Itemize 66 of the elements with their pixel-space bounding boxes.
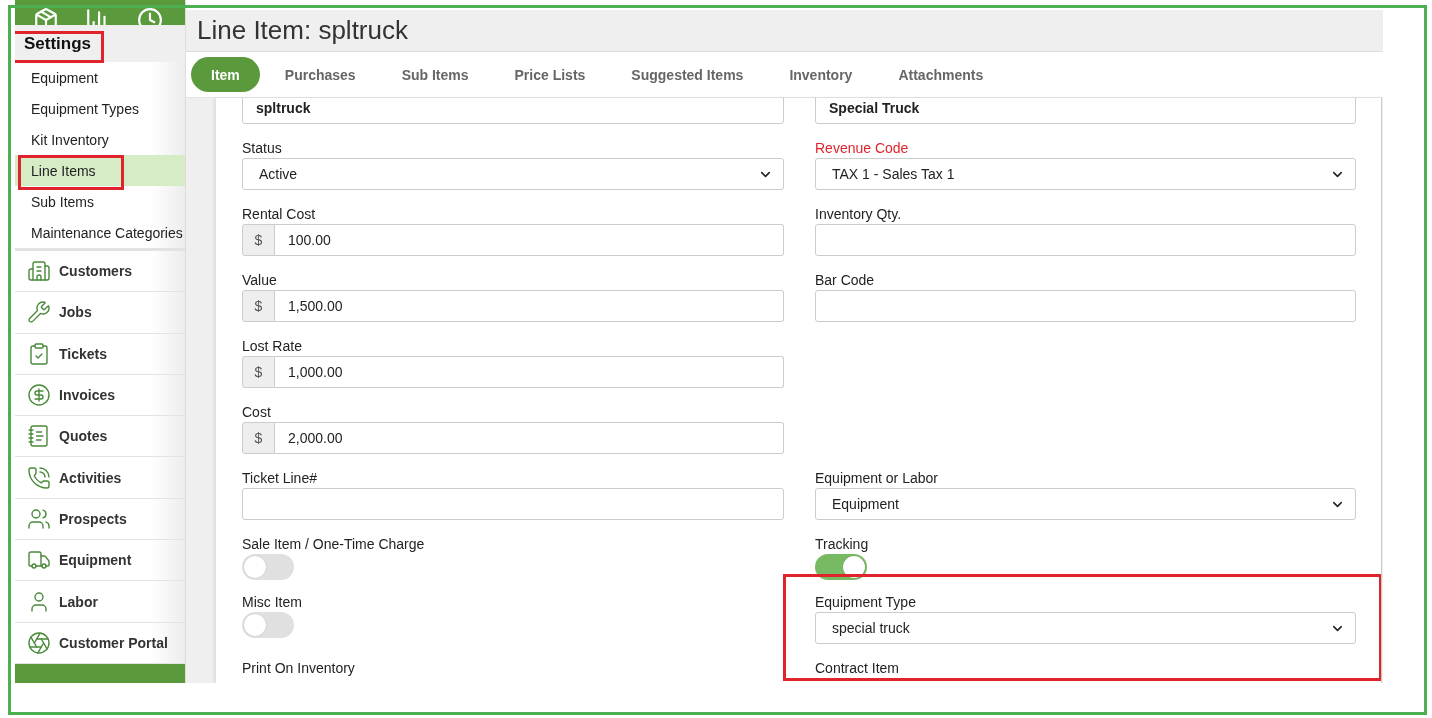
building-icon [27, 259, 51, 284]
sidebar-item[interactable]: Maintenance Categories [15, 217, 185, 248]
toggle-switch[interactable] [242, 554, 294, 580]
page-title: Line Item: spltruck [197, 15, 408, 46]
field-label: Misc Item [242, 593, 303, 612]
field-label: Contract Item [815, 659, 901, 678]
field-label: Revenue Code [815, 139, 910, 158]
input-field[interactable]: 1,000.00 [275, 356, 784, 388]
sidebar-item[interactable]: Sub Items [15, 186, 185, 217]
dropdown[interactable]: special truck [815, 612, 1356, 644]
input-field[interactable]: Special Truck [815, 98, 1356, 124]
clipboard-check-icon [27, 341, 51, 366]
aperture-icon [27, 630, 51, 655]
tab[interactable]: Purchases [263, 57, 377, 92]
field-label: Lost Rate [242, 337, 303, 356]
input-field[interactable] [815, 224, 1356, 256]
sidebar-item[interactable]: Equipment [15, 62, 185, 93]
dropdown[interactable]: TAX 1 - Sales Tax 1 [815, 158, 1356, 190]
field-label: Rental Cost [242, 205, 317, 224]
sidebar-title: Settings [24, 33, 92, 54]
sidebar-item[interactable]: Equipment Types [15, 93, 185, 124]
nav-item[interactable]: Jobs [15, 292, 185, 334]
users-icon [27, 506, 51, 531]
tab[interactable]: Attachments [877, 57, 1005, 92]
currency-prefix: $ [242, 224, 275, 256]
input-field[interactable] [815, 290, 1356, 322]
field-label: Equipment Type [815, 593, 917, 612]
field-label: Tracking [815, 535, 870, 554]
tab[interactable]: Inventory [768, 57, 874, 92]
field-label: Print On Inventory [242, 659, 356, 678]
field-label: Ticket Line# [242, 469, 318, 488]
field-label: Inventory Qty. [815, 205, 903, 224]
input-field[interactable]: spltruck [242, 98, 784, 124]
field-label: Value [242, 271, 278, 290]
nav-item[interactable]: Quotes [15, 416, 185, 458]
dropdown[interactable]: Active [242, 158, 784, 190]
input-field[interactable]: 2,000.00 [275, 422, 784, 454]
input-field[interactable] [242, 488, 784, 520]
nav-item[interactable]: Labor [15, 581, 185, 623]
input-field[interactable]: 1,500.00 [275, 290, 784, 322]
currency-prefix: $ [242, 290, 275, 322]
input-field[interactable]: 100.00 [275, 224, 784, 256]
nav-item[interactable]: Equipment [15, 540, 185, 582]
notebook-icon [27, 424, 51, 449]
tab[interactable]: Sub Items [380, 57, 490, 92]
field-label: Equipment or Labor [815, 469, 939, 488]
tab[interactable]: Suggested Items [610, 57, 765, 92]
field-label: Bar Code [815, 271, 876, 290]
phone-icon [27, 465, 51, 490]
nav-item[interactable]: Customers [15, 251, 185, 293]
dollar-icon [27, 383, 51, 408]
tab[interactable]: Price Lists [493, 57, 607, 92]
sidebar-item[interactable]: Kit Inventory [15, 124, 185, 155]
currency-prefix: $ [242, 422, 275, 454]
field-label: Cost [242, 403, 272, 422]
field-label: Status [242, 139, 283, 158]
nav-item[interactable]: Invoices [15, 374, 185, 417]
nav-item[interactable]: Prospects [15, 498, 185, 541]
toggle-switch[interactable] [242, 612, 294, 638]
nav-item[interactable]: Customer Portal [15, 622, 185, 664]
nav-item[interactable]: Activities [15, 457, 185, 499]
nav-item[interactable]: Tickets [15, 333, 185, 375]
field-label: Sale Item / One-Time Charge [242, 535, 426, 554]
dropdown[interactable]: Equipment [815, 488, 1356, 520]
currency-prefix: $ [242, 356, 275, 388]
wrench-icon [27, 300, 51, 325]
